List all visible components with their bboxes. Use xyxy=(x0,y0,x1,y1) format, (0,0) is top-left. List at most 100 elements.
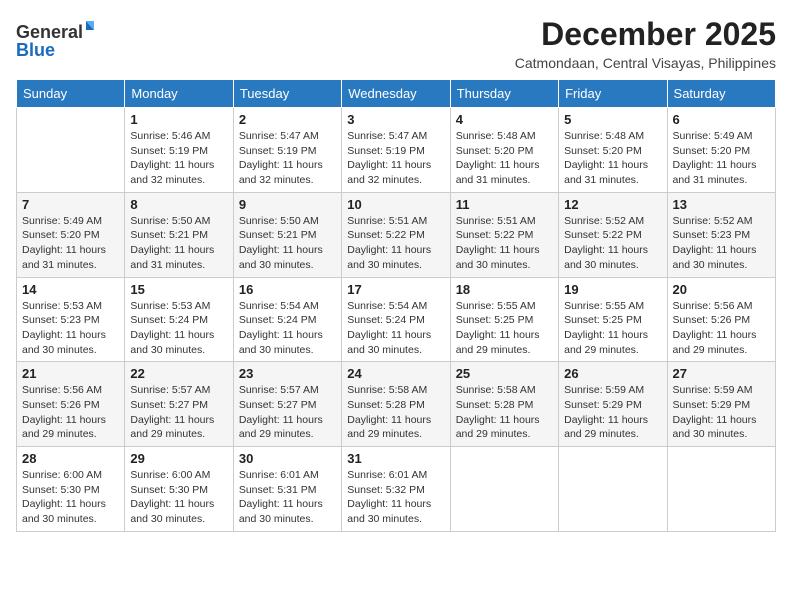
day-number: 18 xyxy=(456,282,553,297)
calendar-cell: 11Sunrise: 5:51 AMSunset: 5:22 PMDayligh… xyxy=(450,192,558,277)
calendar-cell xyxy=(667,447,775,532)
day-info: Sunrise: 5:48 AMSunset: 5:20 PMDaylight:… xyxy=(456,129,553,188)
calendar-cell xyxy=(450,447,558,532)
day-info: Sunrise: 5:54 AMSunset: 5:24 PMDaylight:… xyxy=(239,299,336,358)
day-info: Sunrise: 5:53 AMSunset: 5:24 PMDaylight:… xyxy=(130,299,227,358)
calendar-cell: 18 Sunrise: 5:55 AMSunset: 5:25 PMDayligh… xyxy=(450,277,558,362)
day-info: Sunrise: 5:59 AMSunset: 5:29 PMDaylight:… xyxy=(673,383,770,442)
day-info: Sunrise: 5:55 AMSunset: 5:25 PMDaylight:… xyxy=(564,299,661,358)
day-number: 2 xyxy=(239,112,336,127)
calendar-cell: 17 Sunrise: 5:54 AMSunset: 5:24 PMDayligh… xyxy=(342,277,450,362)
calendar-cell: 10Sunrise: 5:51 AMSunset: 5:22 PMDayligh… xyxy=(342,192,450,277)
calendar-cell: 3Sunrise: 5:47 AMSunset: 5:19 PMDaylight… xyxy=(342,108,450,193)
day-number: 24 xyxy=(347,366,444,381)
day-number: 13 xyxy=(673,197,770,212)
day-number: 5 xyxy=(564,112,661,127)
calendar-cell: 20Sunrise: 5:56 AMSunset: 5:26 PMDayligh… xyxy=(667,277,775,362)
logo: General Blue xyxy=(16,16,96,65)
calendar-header-row: SundayMondayTuesdayWednesdayThursdayFrid… xyxy=(17,80,776,108)
day-number: 8 xyxy=(130,197,227,212)
week-row-4: 21Sunrise: 5:56 AMSunset: 5:26 PMDayligh… xyxy=(17,362,776,447)
day-number: 26 xyxy=(564,366,661,381)
day-number: 15 xyxy=(130,282,227,297)
day-info: Sunrise: 5:52 AMSunset: 5:23 PMDaylight:… xyxy=(673,214,770,273)
day-info: Sunrise: 5:50 AMSunset: 5:21 PMDaylight:… xyxy=(239,214,336,273)
day-number: 16 xyxy=(239,282,336,297)
calendar-cell: 9 Sunrise: 5:50 AMSunset: 5:21 PMDaylight… xyxy=(233,192,341,277)
day-info: Sunrise: 5:51 AMSunset: 5:22 PMDaylight:… xyxy=(456,214,553,273)
logo-icon: General Blue xyxy=(16,16,96,60)
calendar-cell: 19 Sunrise: 5:55 AMSunset: 5:25 PMDayligh… xyxy=(559,277,667,362)
day-info: Sunrise: 5:49 AMSunset: 5:20 PMDaylight:… xyxy=(22,214,119,273)
day-number: 30 xyxy=(239,451,336,466)
calendar-cell: 28Sunrise: 6:00 AMSunset: 5:30 PMDayligh… xyxy=(17,447,125,532)
day-number: 14 xyxy=(22,282,119,297)
day-number: 29 xyxy=(130,451,227,466)
calendar-cell: 15 Sunrise: 5:53 AMSunset: 5:24 PMDayligh… xyxy=(125,277,233,362)
column-header-monday: Monday xyxy=(125,80,233,108)
calendar-cell: 5 Sunrise: 5:48 AMSunset: 5:20 PMDaylight… xyxy=(559,108,667,193)
day-number: 4 xyxy=(456,112,553,127)
day-number: 1 xyxy=(130,112,227,127)
column-header-thursday: Thursday xyxy=(450,80,558,108)
calendar-cell: 8Sunrise: 5:50 AMSunset: 5:21 PMDaylight… xyxy=(125,192,233,277)
day-info: Sunrise: 5:59 AMSunset: 5:29 PMDaylight:… xyxy=(564,383,661,442)
calendar-cell: 13 Sunrise: 5:52 AMSunset: 5:23 PMDayligh… xyxy=(667,192,775,277)
svg-text:General: General xyxy=(16,22,83,42)
day-number: 25 xyxy=(456,366,553,381)
day-number: 21 xyxy=(22,366,119,381)
day-info: Sunrise: 5:54 AMSunset: 5:24 PMDaylight:… xyxy=(347,299,444,358)
day-number: 7 xyxy=(22,197,119,212)
calendar-cell: 23 Sunrise: 5:57 AMSunset: 5:27 PMDayligh… xyxy=(233,362,341,447)
day-number: 6 xyxy=(673,112,770,127)
calendar-cell: 29 Sunrise: 6:00 AMSunset: 5:30 PMDayligh… xyxy=(125,447,233,532)
day-number: 23 xyxy=(239,366,336,381)
column-header-tuesday: Tuesday xyxy=(233,80,341,108)
day-number: 10 xyxy=(347,197,444,212)
calendar-cell: 1 Sunrise: 5:46 AMSunset: 5:19 PMDaylight… xyxy=(125,108,233,193)
month-title: December 2025 xyxy=(515,16,776,53)
svg-text:Blue: Blue xyxy=(16,40,55,60)
day-info: Sunrise: 6:01 AMSunset: 5:31 PMDaylight:… xyxy=(239,468,336,527)
header: General Blue December 2025 Catmondaan, C… xyxy=(16,16,776,71)
calendar-cell: 31Sunrise: 6:01 AMSunset: 5:32 PMDayligh… xyxy=(342,447,450,532)
day-number: 17 xyxy=(347,282,444,297)
day-info: Sunrise: 5:58 AMSunset: 5:28 PMDaylight:… xyxy=(456,383,553,442)
calendar-cell: 7 Sunrise: 5:49 AMSunset: 5:20 PMDaylight… xyxy=(17,192,125,277)
day-info: Sunrise: 5:57 AMSunset: 5:27 PMDaylight:… xyxy=(130,383,227,442)
location-title: Catmondaan, Central Visayas, Philippines xyxy=(515,55,776,71)
calendar-cell: 27 Sunrise: 5:59 AMSunset: 5:29 PMDayligh… xyxy=(667,362,775,447)
day-info: Sunrise: 5:53 AMSunset: 5:23 PMDaylight:… xyxy=(22,299,119,358)
calendar-cell: 6Sunrise: 5:49 AMSunset: 5:20 PMDaylight… xyxy=(667,108,775,193)
day-info: Sunrise: 5:48 AMSunset: 5:20 PMDaylight:… xyxy=(564,129,661,188)
day-number: 19 xyxy=(564,282,661,297)
day-number: 12 xyxy=(564,197,661,212)
day-number: 9 xyxy=(239,197,336,212)
week-row-5: 28 Sunrise: 6:00 AMSunset: 5:30 PMDayligh… xyxy=(17,447,776,532)
calendar-cell: 30 Sunrise: 6:01 AMSunset: 5:31 PMDayligh… xyxy=(233,447,341,532)
column-header-friday: Friday xyxy=(559,80,667,108)
week-row-3: 14 Sunrise: 5:53 AMSunset: 5:23 PMDayligh… xyxy=(17,277,776,362)
day-info: Sunrise: 6:01 AMSunset: 5:32 PMDaylight:… xyxy=(347,468,444,527)
day-number: 3 xyxy=(347,112,444,127)
calendar-cell: 21Sunrise: 5:56 AMSunset: 5:26 PMDayligh… xyxy=(17,362,125,447)
calendar-cell: 25 Sunrise: 5:58 AMSunset: 5:28 PMDayligh… xyxy=(450,362,558,447)
day-number: 27 xyxy=(673,366,770,381)
calendar-cell: 14 Sunrise: 5:53 AMSunset: 5:23 PMDayligh… xyxy=(17,277,125,362)
day-info: Sunrise: 5:46 AMSunset: 5:19 PMDaylight:… xyxy=(130,129,227,188)
calendar-cell: 22 Sunrise: 5:57 AMSunset: 5:27 PMDayligh… xyxy=(125,362,233,447)
day-info: Sunrise: 5:52 AMSunset: 5:22 PMDaylight:… xyxy=(564,214,661,273)
calendar-cell: 24Sunrise: 5:58 AMSunset: 5:28 PMDayligh… xyxy=(342,362,450,447)
column-header-wednesday: Wednesday xyxy=(342,80,450,108)
column-header-sunday: Sunday xyxy=(17,80,125,108)
calendar-cell: 4 Sunrise: 5:48 AMSunset: 5:20 PMDaylight… xyxy=(450,108,558,193)
day-info: Sunrise: 5:57 AMSunset: 5:27 PMDaylight:… xyxy=(239,383,336,442)
calendar-cell: 16 Sunrise: 5:54 AMSunset: 5:24 PMDayligh… xyxy=(233,277,341,362)
day-info: Sunrise: 6:00 AMSunset: 5:30 PMDaylight:… xyxy=(130,468,227,527)
day-number: 28 xyxy=(22,451,119,466)
calendar-cell xyxy=(559,447,667,532)
day-info: Sunrise: 5:56 AMSunset: 5:26 PMDaylight:… xyxy=(673,299,770,358)
day-info: Sunrise: 5:55 AMSunset: 5:25 PMDaylight:… xyxy=(456,299,553,358)
calendar-cell: 2Sunrise: 5:47 AMSunset: 5:19 PMDaylight… xyxy=(233,108,341,193)
day-number: 22 xyxy=(130,366,227,381)
